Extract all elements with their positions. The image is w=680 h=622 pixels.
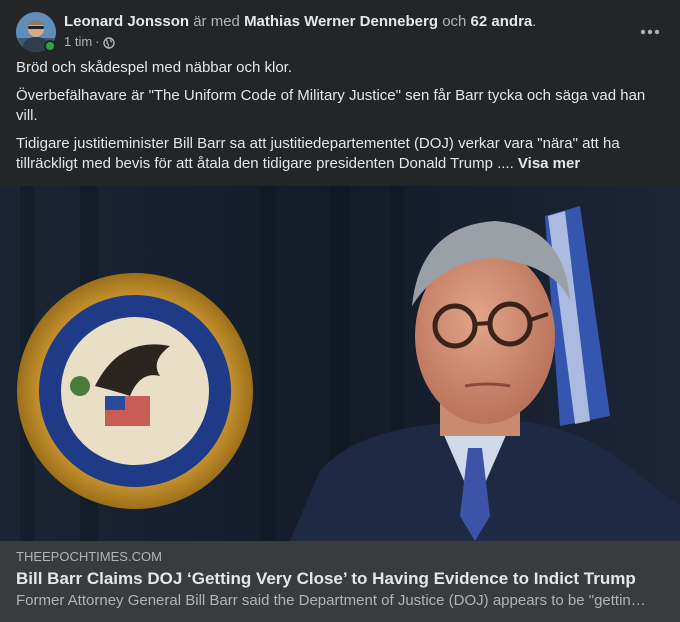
link-domain: THEEPOCHTIMES.COM bbox=[16, 549, 162, 564]
post-header: Leonard Jonsson är med Mathias Werner De… bbox=[16, 12, 668, 52]
period-text: . bbox=[532, 13, 537, 30]
more-options-icon[interactable] bbox=[632, 14, 668, 50]
separator-dot: · bbox=[95, 34, 100, 49]
link-title[interactable]: Bill Barr Claims DOJ ‘Getting Very Close… bbox=[16, 568, 664, 590]
post-paragraph-2: Överbefälhavare är "The Uniform Code of … bbox=[16, 87, 646, 124]
post-participants: Leonard Jonsson är med Mathias Werner De… bbox=[64, 12, 628, 32]
author-name-link[interactable]: Leonard Jonsson bbox=[64, 13, 189, 30]
others-link[interactable]: 62 andra bbox=[471, 13, 533, 30]
post-paragraph-1: Bröd och skådespel med näbbar och klor. bbox=[16, 59, 292, 76]
post-timestamp-row: 1 tim · bbox=[64, 33, 628, 51]
link-preview-card[interactable]: THEEPOCHTIMES.COM Bill Barr Claims DOJ ‘… bbox=[0, 541, 680, 622]
post-text: Bröd och skådespel med näbbar och klor. … bbox=[16, 58, 664, 182]
see-more-link[interactable]: Visa mer bbox=[518, 155, 580, 172]
and-text: och bbox=[442, 13, 467, 30]
post-timestamp[interactable]: 1 tim bbox=[64, 33, 92, 51]
feed-post: Leonard Jonsson är med Mathias Werner De… bbox=[0, 0, 680, 622]
online-status-indicator bbox=[44, 40, 56, 52]
link-description: Former Attorney General Bill Barr said t… bbox=[16, 592, 646, 609]
tagged-person-link[interactable]: Mathias Werner Denneberg bbox=[244, 13, 438, 30]
post-paragraph-3: Tidigare justitieminister Bill Barr sa a… bbox=[16, 134, 664, 174]
with-text: är med bbox=[193, 13, 240, 30]
globe-icon[interactable] bbox=[102, 36, 115, 49]
link-preview-image[interactable] bbox=[0, 186, 680, 541]
post-meta: Leonard Jonsson är med Mathias Werner De… bbox=[64, 12, 628, 51]
